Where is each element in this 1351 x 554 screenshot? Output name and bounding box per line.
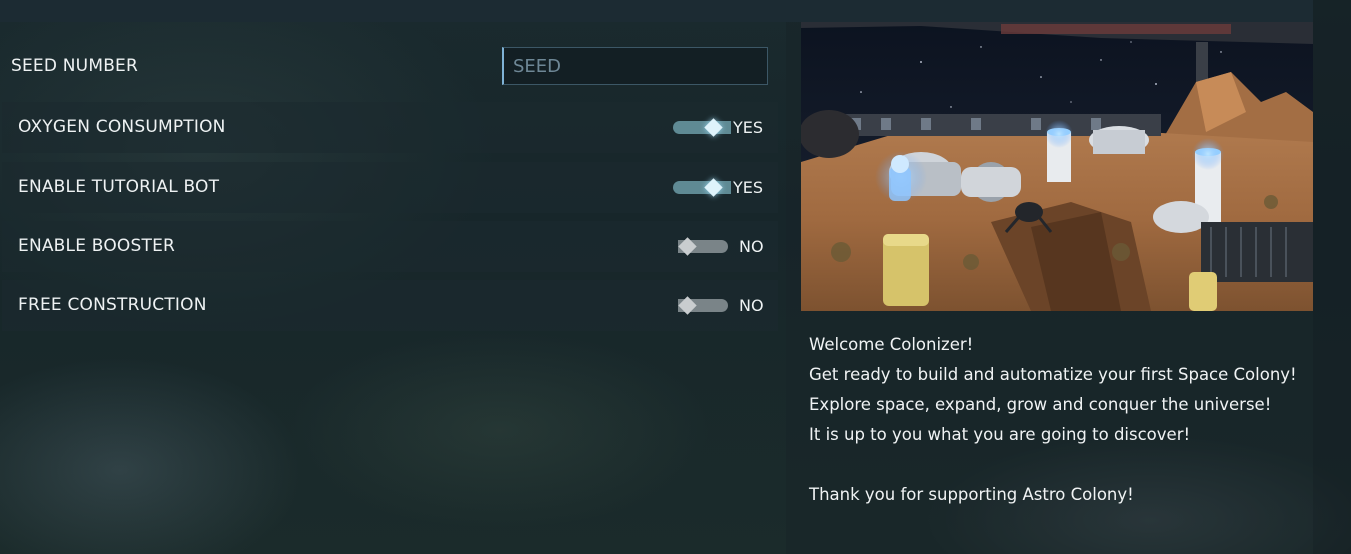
oxygen-consumption-toggle[interactable]: YES (670, 115, 772, 141)
welcome-line: It is up to you what you are going to di… (809, 425, 1191, 444)
booster-toggle[interactable]: NO (670, 234, 772, 260)
thanks-line: Thank you for supporting Astro Colony! (809, 485, 1134, 504)
seed-number-row: SEED NUMBER (0, 40, 778, 92)
free-construction-toggle[interactable]: NO (670, 293, 772, 319)
right-edge-strip (1313, 0, 1351, 554)
option-label: ENABLE BOOSTER (18, 236, 176, 256)
welcome-message: Welcome Colonizer! Get ready to build an… (809, 330, 1297, 510)
option-row-enable-tutorial-bot: ENABLE TUTORIAL BOT YES (2, 162, 778, 213)
option-row-enable-booster: ENABLE BOOSTER NO (2, 221, 778, 272)
seed-number-label: SEED NUMBER (11, 56, 139, 76)
option-row-oxygen-consumption: OXYGEN CONSUMPTION YES (2, 102, 778, 153)
option-label: OXYGEN CONSUMPTION (18, 117, 226, 137)
welcome-line: Explore space, expand, grow and conquer … (809, 395, 1272, 414)
option-label: FREE CONSTRUCTION (18, 295, 207, 315)
welcome-line: Get ready to build and automatize your f… (809, 365, 1297, 384)
top-bar (0, 0, 1313, 22)
toggle-state-text: YES (733, 178, 764, 197)
option-label: ENABLE TUTORIAL BOT (18, 177, 220, 197)
colony-preview-image (801, 22, 1313, 311)
seed-input[interactable] (502, 47, 768, 85)
toggle-state-text: NO (739, 296, 764, 315)
option-row-free-construction: FREE CONSTRUCTION NO (2, 280, 778, 331)
toggle-state-text: YES (733, 118, 764, 137)
toggle-state-text: NO (739, 237, 764, 256)
tutorial-bot-toggle[interactable]: YES (670, 175, 772, 201)
welcome-line: Welcome Colonizer! (809, 335, 974, 354)
